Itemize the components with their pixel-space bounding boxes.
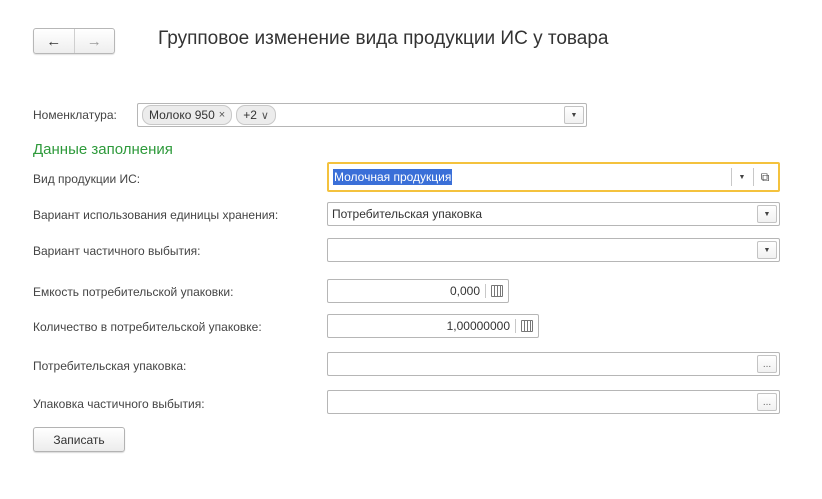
product-type-dropdown-button[interactable]: ▼ xyxy=(734,164,750,190)
partial-disposal-variant-field[interactable]: ▼ xyxy=(327,238,780,262)
storage-unit-variant-field[interactable]: Потребительская упаковка ▼ xyxy=(327,202,780,226)
dropdown-arrow-icon: ▼ xyxy=(570,111,578,119)
arrow-left-icon: ← xyxy=(46,32,62,50)
nomenclature-field[interactable]: Молоко 950 × +2 ∨ ▼ xyxy=(137,103,587,127)
tag-close-icon[interactable]: × xyxy=(219,109,225,121)
storage-unit-variant-dropdown-button[interactable]: ▼ xyxy=(757,205,777,223)
storage-unit-variant-value: Потребительская упаковка xyxy=(332,207,483,221)
consumer-pack-label: Потребительская упаковка: xyxy=(33,359,187,373)
save-button[interactable]: Записать xyxy=(33,427,125,452)
open-icon: ⧉ xyxy=(760,169,770,184)
dropdown-arrow-icon: ▼ xyxy=(763,246,771,254)
consumer-pack-capacity-value: 0,000 xyxy=(449,284,480,298)
consumer-pack-quantity-value: 1,00000000 xyxy=(446,319,510,333)
consumer-pack-select-button[interactable]: ... xyxy=(757,355,777,373)
consumer-pack-quantity-label: Количество в потребительской упаковке: xyxy=(33,320,262,334)
product-type-field[interactable]: Молочная продукция ▼ ⧉ xyxy=(327,162,780,192)
partial-disposal-variant-dropdown-button[interactable]: ▼ xyxy=(757,241,777,259)
section-title: Данные заполнения xyxy=(33,141,173,158)
dropdown-arrow-icon: ▼ xyxy=(738,173,746,181)
storage-unit-variant-label: Вариант использования единицы хранения: xyxy=(33,208,279,222)
calculator-icon[interactable] xyxy=(521,320,533,332)
consumer-pack-capacity-label: Емкость потребительской упаковки: xyxy=(33,285,234,299)
dropdown-arrow-icon: ▼ xyxy=(763,210,771,218)
page-title: Групповое изменение вида продукции ИС у … xyxy=(158,28,609,49)
partial-disposal-pack-field[interactable]: ... xyxy=(327,390,780,414)
nomenclature-label: Номенклатура: xyxy=(33,108,117,122)
nomenclature-dropdown-button[interactable]: ▼ xyxy=(564,106,584,124)
chevron-down-icon: ∨ xyxy=(260,109,269,122)
back-button[interactable]: ← xyxy=(34,29,75,53)
calculator-icon[interactable] xyxy=(491,285,503,297)
tag-label: Молоко 950 xyxy=(149,108,215,122)
partial-disposal-variant-label: Вариант частичного выбытия: xyxy=(33,244,201,258)
arrow-right-icon: → xyxy=(86,32,102,50)
product-type-label: Вид продукции ИС: xyxy=(33,172,141,186)
partial-disposal-pack-label: Упаковка частичного выбытия: xyxy=(33,397,205,411)
consumer-pack-field[interactable]: ... xyxy=(327,352,780,376)
nomenclature-tag[interactable]: Молоко 950 × xyxy=(142,105,233,125)
consumer-pack-quantity-field[interactable]: 1,00000000 xyxy=(327,314,539,338)
product-type-value: Молочная продукция xyxy=(333,169,453,185)
ellipsis-icon: ... xyxy=(762,358,772,370)
partial-disposal-pack-select-button[interactable]: ... xyxy=(757,393,777,411)
consumer-pack-capacity-field[interactable]: 0,000 xyxy=(327,279,509,303)
more-count: +2 xyxy=(243,108,257,122)
open-button[interactable]: ⧉ xyxy=(756,164,774,190)
ellipsis-icon: ... xyxy=(762,396,772,408)
forward-button[interactable]: → xyxy=(75,29,115,53)
navigation-buttons: ← → xyxy=(33,28,115,54)
more-tags-button[interactable]: +2 ∨ xyxy=(236,105,276,125)
